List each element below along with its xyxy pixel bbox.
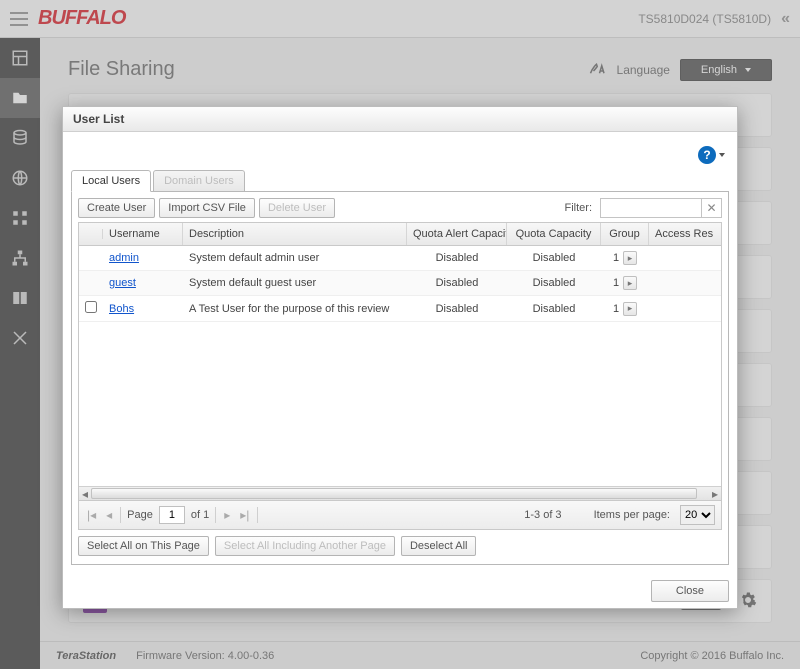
items-per-page-label: Items per page: [594,509,670,521]
next-page-button: ▸ [222,508,232,522]
clear-filter-icon[interactable]: ✕ [701,198,721,218]
row-description: System default guest user [183,272,407,294]
close-button[interactable]: Close [651,580,729,602]
first-page-button: |◂ [85,508,98,522]
grid-header: Username Description Quota Alert Capacit… [79,223,721,246]
row-quota-alert: Disabled [407,247,507,269]
dialog-title: User List [63,107,737,132]
last-page-button: ▸| [238,508,251,522]
col-quota-alert[interactable]: Quota Alert Capacity [407,223,507,245]
scroll-left-icon[interactable]: ◂ [79,487,91,500]
username-link[interactable]: admin [109,252,139,264]
col-access-restrictions[interactable]: Access Res [649,223,721,245]
help-icon[interactable]: ? [698,146,716,164]
horizontal-scrollbar[interactable]: ◂ ▸ [79,486,721,500]
row-group-count: 1 [613,303,619,315]
deselect-all-button[interactable]: Deselect All [401,536,476,556]
pager: |◂ ◂ Page of 1 ▸ ▸| 1-3 of 3 Items per p… [78,501,722,530]
row-group-count: 1 [613,252,619,264]
col-quota-capacity[interactable]: Quota Capacity [507,223,601,245]
tab-local-users[interactable]: Local Users [71,170,151,192]
table-row[interactable]: guestSystem default guest userDisabledDi… [79,271,721,296]
tab-bar: Local Users Domain Users [71,170,729,192]
row-description: System default admin user [183,247,407,269]
delete-user-button: Delete User [259,198,335,218]
tab-domain-users: Domain Users [153,170,245,192]
filter-label: Filter: [565,202,593,214]
help-dropdown-icon[interactable] [719,153,725,157]
import-csv-button[interactable]: Import CSV File [159,198,255,218]
group-expand-icon[interactable]: ▸ [623,251,637,265]
row-quota-alert: Disabled [407,272,507,294]
col-description[interactable]: Description [183,223,407,245]
group-expand-icon[interactable]: ▸ [623,302,637,316]
create-user-button[interactable]: Create User [78,198,155,218]
row-quota-alert: Disabled [407,298,507,320]
items-per-page-select[interactable]: 20 [680,505,715,525]
col-username[interactable]: Username [103,223,183,245]
page-of-label: of 1 [191,509,209,521]
row-description: A Test User for the purpose of this revi… [183,298,407,320]
table-row[interactable]: Bohs A Test User for the purpose of this … [79,296,721,322]
page-number-input[interactable] [159,506,185,524]
group-expand-icon[interactable]: ▸ [623,276,637,290]
table-row[interactable]: adminSystem default admin userDisabledDi… [79,246,721,271]
row-group-count: 1 [613,277,619,289]
col-group[interactable]: Group [601,223,649,245]
scroll-right-icon[interactable]: ▸ [709,487,721,500]
user-list-dialog: User List ? Local Users Domain Users Cre… [62,106,738,609]
filter-input[interactable] [601,199,701,217]
row-checkbox[interactable] [85,301,97,313]
range-label: 1-3 of 3 [524,509,561,521]
username-link[interactable]: guest [109,277,136,289]
page-label: Page [127,509,153,521]
row-quota-cap: Disabled [507,272,601,294]
row-quota-cap: Disabled [507,298,601,320]
row-quota-cap: Disabled [507,247,601,269]
prev-page-button: ◂ [104,508,114,522]
select-all-pages-button: Select All Including Another Page [215,536,395,556]
select-all-page-button[interactable]: Select All on This Page [78,536,209,556]
username-link[interactable]: Bohs [109,303,134,315]
